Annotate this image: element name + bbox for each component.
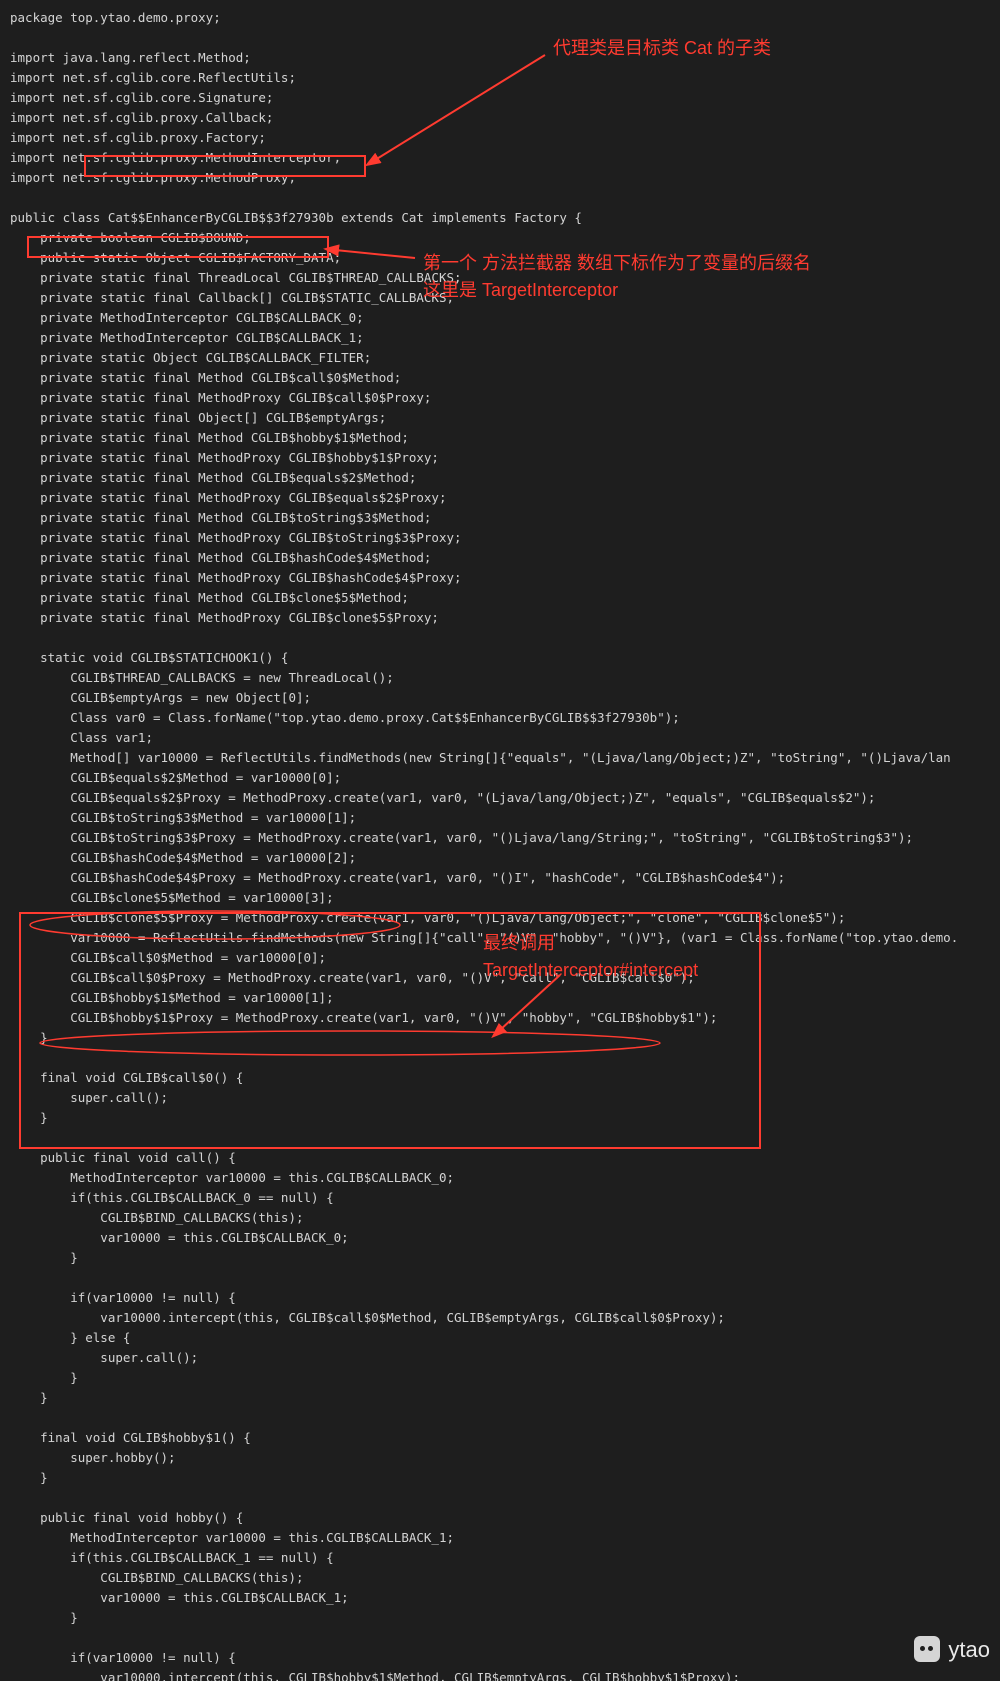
source-code: package top.ytao.demo.proxy; import java…	[0, 0, 1000, 1681]
wechat-icon	[914, 1636, 940, 1662]
watermark: ytao	[914, 1632, 990, 1667]
